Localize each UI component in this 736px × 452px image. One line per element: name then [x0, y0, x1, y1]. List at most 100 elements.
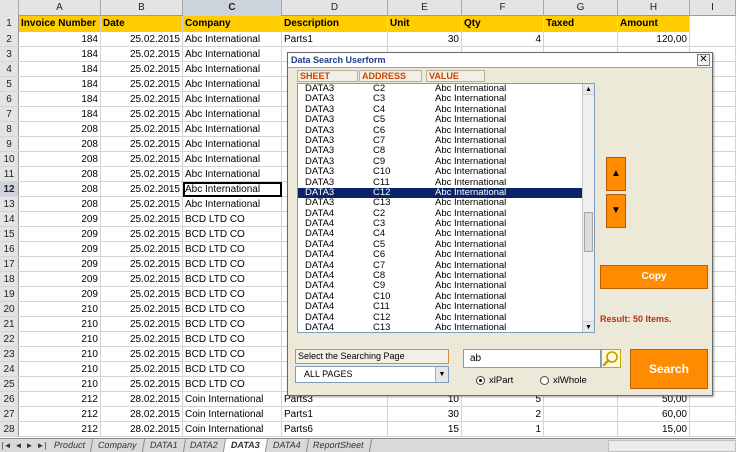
cell-inv[interactable]: 209 [19, 212, 101, 227]
row-header[interactable]: 23 [0, 347, 19, 361]
row-header[interactable]: 16 [0, 242, 19, 256]
cell-company[interactable]: Abc International [183, 47, 282, 62]
radio-xlwhole-dot-icon[interactable] [540, 376, 549, 385]
search-input[interactable]: ab [463, 349, 601, 368]
column-title[interactable]: Date [101, 16, 183, 32]
column-header-i[interactable]: I [690, 0, 736, 16]
row-header[interactable]: 9 [0, 137, 19, 151]
column-header-g[interactable]: G [544, 0, 618, 16]
row-header[interactable]: 26 [0, 392, 19, 406]
cell-taxed[interactable] [544, 422, 618, 437]
cell-inv[interactable]: 210 [19, 302, 101, 317]
cell-inv[interactable]: 208 [19, 152, 101, 167]
column-header-a[interactable]: A [19, 0, 101, 16]
list-item[interactable]: DATA3 C5 Abc International [298, 114, 594, 125]
column-title[interactable]: Amount [618, 16, 690, 32]
magnifier-search-icon[interactable] [601, 349, 621, 368]
scroll-thumb[interactable] [584, 212, 593, 252]
tab-nav-arrow-icon[interactable]: ◄ [15, 441, 23, 450]
cell-inv[interactable]: 209 [19, 272, 101, 287]
row-header[interactable]: 27 [0, 407, 19, 421]
list-item[interactable]: DATA4 C13 Abc International [298, 322, 594, 332]
row-header[interactable]: 28 [0, 422, 19, 436]
column-header-e[interactable]: E [388, 0, 462, 16]
column-title[interactable]: Taxed [544, 16, 618, 32]
column-title[interactable]: Invoice Number [19, 16, 101, 32]
cell-company[interactable]: BCD LTD CO [183, 302, 282, 317]
cell-date[interactable]: 25.02.2015 [101, 77, 183, 92]
column-title[interactable]: Description [282, 16, 388, 32]
cell-taxed[interactable] [544, 32, 618, 47]
cell-date[interactable]: 25.02.2015 [101, 272, 183, 287]
list-vertical-scrollbar[interactable]: ▲ ▼ [582, 84, 594, 332]
tab-data1[interactable]: DATA1 [142, 439, 186, 452]
row-header[interactable]: 18 [0, 272, 19, 286]
cell-desc[interactable]: Parts1 [282, 407, 388, 422]
horizontal-scrollbar[interactable] [608, 439, 736, 452]
cell-date[interactable]: 25.02.2015 [101, 122, 183, 137]
radio-xlwhole[interactable]: xlWhole [540, 375, 587, 386]
scroll-up-arrow-icon[interactable]: ▲ [583, 84, 594, 95]
chevron-down-icon[interactable]: ▼ [435, 367, 448, 382]
tab-nav-arrow-icon[interactable]: ► [26, 441, 34, 450]
tab-data4[interactable]: DATA4 [265, 439, 309, 452]
cell-inv[interactable]: 212 [19, 407, 101, 422]
cell-date[interactable]: 25.02.2015 [101, 317, 183, 332]
select-all-corner[interactable] [0, 0, 19, 16]
cell-company[interactable]: Abc International [183, 167, 282, 182]
list-item[interactable]: DATA3 C10 Abc International [298, 166, 594, 177]
cell-qty[interactable]: 2 [462, 407, 544, 422]
cell-company[interactable]: BCD LTD CO [183, 317, 282, 332]
cell-company[interactable]: BCD LTD CO [183, 242, 282, 257]
row-header[interactable]: 21 [0, 317, 19, 331]
copy-button[interactable]: Copy [600, 265, 708, 289]
cell-company[interactable]: Abc International [183, 182, 282, 197]
cell-date[interactable]: 25.02.2015 [101, 347, 183, 362]
cell-company[interactable]: Abc International [183, 152, 282, 167]
cell-inv[interactable]: 209 [19, 242, 101, 257]
row-header[interactable]: 7 [0, 107, 19, 121]
row-header[interactable]: 12 [0, 182, 19, 196]
cell-inv[interactable]: 212 [19, 422, 101, 437]
row-header[interactable]: 17 [0, 257, 19, 271]
cell-date[interactable]: 25.02.2015 [101, 332, 183, 347]
tab-company[interactable]: Company [90, 439, 145, 452]
cell-date[interactable]: 25.02.2015 [101, 92, 183, 107]
cell-date[interactable]: 25.02.2015 [101, 227, 183, 242]
cell-j[interactable] [690, 32, 736, 47]
page-select-dropdown[interactable]: ALL PAGES ▼ [295, 366, 449, 383]
row-header[interactable]: 3 [0, 47, 19, 61]
cell-company[interactable]: BCD LTD CO [183, 347, 282, 362]
row-header[interactable]: 14 [0, 212, 19, 226]
cell-unit[interactable]: 15 [388, 422, 462, 437]
cell-date[interactable]: 25.02.2015 [101, 182, 183, 197]
search-button[interactable]: Search [630, 349, 708, 389]
tab-nav-arrow-icon[interactable]: |◄ [2, 441, 12, 450]
cell-j[interactable] [690, 407, 736, 422]
cell-date[interactable]: 25.02.2015 [101, 257, 183, 272]
cell-date[interactable]: 25.02.2015 [101, 32, 183, 47]
cell-date[interactable]: 25.02.2015 [101, 302, 183, 317]
cell-company[interactable]: Abc International [183, 137, 282, 152]
row-header[interactable]: 19 [0, 287, 19, 301]
row-header[interactable]: 22 [0, 332, 19, 346]
tab-data3[interactable]: DATA3 [223, 439, 268, 452]
cell-qty[interactable]: 1 [462, 422, 544, 437]
row-header[interactable]: 24 [0, 362, 19, 376]
row-header[interactable]: 4 [0, 62, 19, 76]
row-header[interactable]: 25 [0, 377, 19, 391]
cell-company[interactable]: BCD LTD CO [183, 362, 282, 377]
cell-company[interactable]: Coin International [183, 392, 282, 407]
row-header[interactable]: 8 [0, 122, 19, 136]
cell-inv[interactable]: 209 [19, 257, 101, 272]
cell-inv[interactable]: 208 [19, 197, 101, 212]
cell-date[interactable]: 25.02.2015 [101, 212, 183, 227]
cell-inv[interactable]: 210 [19, 377, 101, 392]
cell-inv[interactable]: 208 [19, 137, 101, 152]
cell-inv[interactable]: 210 [19, 317, 101, 332]
cell-unit[interactable]: 30 [388, 407, 462, 422]
cell-company[interactable]: BCD LTD CO [183, 332, 282, 347]
cell-desc[interactable]: Parts1 [282, 32, 388, 47]
row-header[interactable]: 1 [0, 16, 19, 32]
cell-date[interactable]: 28.02.2015 [101, 392, 183, 407]
